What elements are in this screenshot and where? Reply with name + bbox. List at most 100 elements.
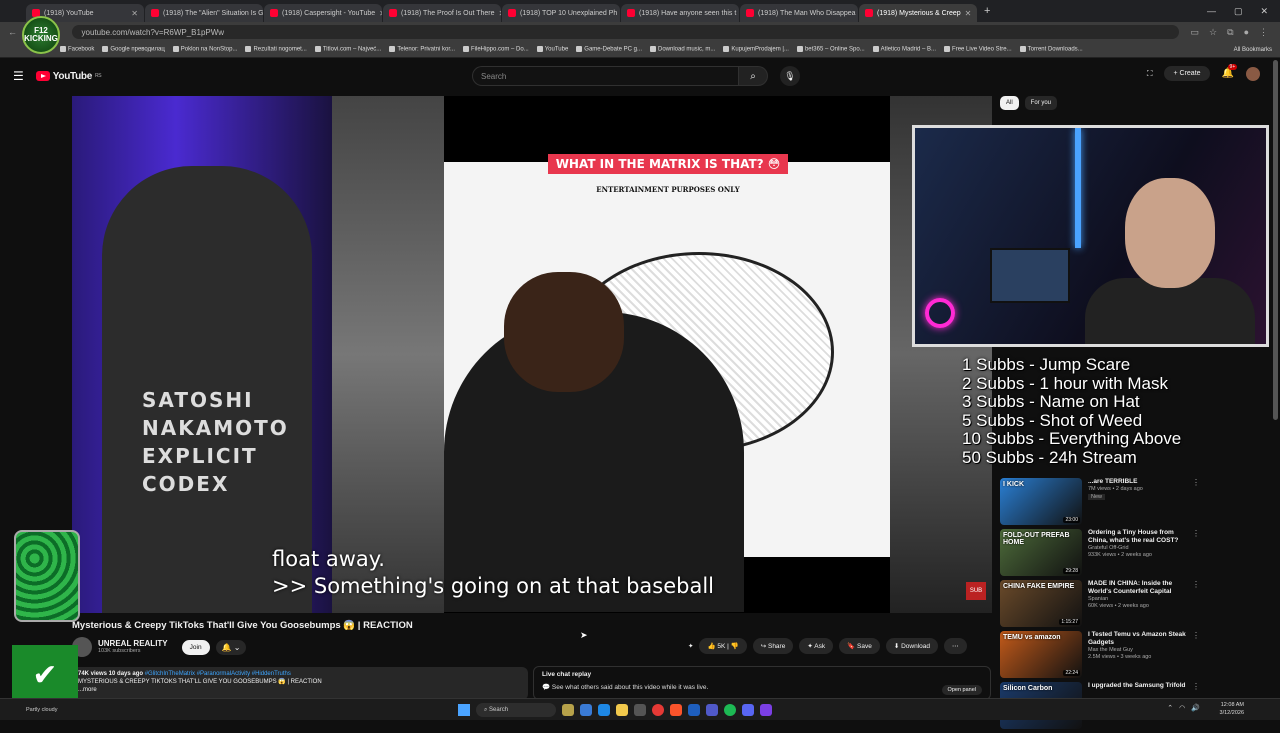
description-more[interactable]: ...more	[78, 687, 522, 695]
video-thumbnail[interactable]: CHINA FAKE EMPIRE 1:15:27	[1000, 580, 1082, 627]
ask-button[interactable]: ✦ Ask	[799, 638, 834, 654]
store-icon[interactable]	[634, 704, 646, 716]
bookmark-item[interactable]: Telenor: Privatni kor...	[389, 46, 455, 53]
notifications-button[interactable]: 🔔 9+	[1222, 64, 1238, 79]
subscription-bell-button[interactable]: 🔔 ⌄	[215, 639, 247, 655]
tab-close-icon[interactable]: ✕	[131, 9, 138, 18]
channel-name[interactable]: Max the Meat Guy	[1088, 647, 1186, 654]
video-thumbnail[interactable]: TEMU vs amazon 22:24	[1000, 631, 1082, 678]
bookmark-item[interactable]: KupujemProdajem |...	[723, 46, 789, 53]
tab-close-icon[interactable]: ✕	[499, 9, 501, 18]
browser-tab[interactable]: (1918) The Proof Is Out There ✕	[383, 4, 501, 22]
description-box[interactable]: 74K views 10 days ago #GlitchInTheMatrix…	[72, 667, 528, 700]
bookmark-item[interactable]: bet365 – Online Spo...	[796, 46, 865, 53]
like-button[interactable]: 👍 5K | 👎	[699, 638, 747, 654]
browser-tab[interactable]: (1918) Have anyone seen this t✕	[621, 4, 739, 22]
edge-icon[interactable]	[598, 704, 610, 716]
chip-all[interactable]: All	[1000, 96, 1019, 110]
tab-close-icon[interactable]: ✕	[379, 9, 382, 18]
maximize-icon[interactable]: ▢	[1234, 6, 1243, 17]
account-avatar[interactable]	[1246, 66, 1260, 81]
youtube-logo[interactable]: YouTube RS	[35, 71, 102, 82]
copilot-icon[interactable]	[580, 704, 592, 716]
chevron-up-icon[interactable]: ⌃	[1167, 704, 1173, 712]
channel-name[interactable]: UNREAL REALITY	[98, 639, 168, 649]
video-thumbnail[interactable]: FOLD-OUT PREFAB HOME 29:28	[1000, 529, 1082, 576]
recommended-video[interactable]: I KICK 23:00 ...are TERRIBLE 7M views • 2 d…	[1000, 478, 1270, 529]
back-icon[interactable]: ←	[8, 27, 17, 38]
bookmark-item[interactable]: Titlovi.com – Najveć...	[314, 46, 381, 53]
bookmark-item[interactable]: Facebook	[60, 46, 94, 53]
hamburger-menu-icon[interactable]: ☰	[13, 69, 24, 83]
browser-tab[interactable]: (1918) Mysterious & Creep ✕	[859, 4, 977, 22]
search-input[interactable]: Search	[472, 66, 738, 86]
discord-icon[interactable]	[742, 704, 754, 716]
video-title[interactable]: I Tested Temu vs Amazon Steak Gadgets	[1088, 631, 1186, 647]
teams-icon[interactable]	[706, 704, 718, 716]
video-title[interactable]: ...are TERRIBLE	[1088, 478, 1186, 486]
wifi-icon[interactable]: ◠	[1179, 704, 1185, 712]
vscode-icon[interactable]	[688, 704, 700, 716]
video-title[interactable]: I upgraded the Samsung Trifold	[1088, 682, 1186, 690]
extensions-icon[interactable]: ⧉	[1227, 27, 1233, 38]
channel-name[interactable]: Spanian	[1088, 596, 1186, 603]
search-button[interactable]: ⌕	[738, 66, 768, 86]
weather-widget[interactable]: Partly cloudy	[0, 707, 58, 713]
chip-for-you[interactable]: For you	[1024, 96, 1058, 110]
more-options-icon[interactable]: ⋮	[1192, 631, 1270, 682]
recommended-video[interactable]: CHINA FAKE EMPIRE 1:15:27 MADE IN CHINA: I…	[1000, 580, 1270, 631]
bookmark-item[interactable]: Poklon na NonStop...	[172, 46, 237, 53]
scrollbar-thumb[interactable]	[1273, 60, 1278, 420]
bookmark-item[interactable]: FileHippo.com – Do...	[463, 46, 529, 53]
taskbar-clock[interactable]: 12:08 AM 3/12/2026	[1220, 702, 1244, 717]
star-icon[interactable]: ☆	[1209, 27, 1217, 38]
save-button[interactable]: 🔖 Save	[839, 638, 880, 654]
browser-tab[interactable]: (1918) TOP 10 Unexplained Ph ✕	[502, 4, 620, 22]
taskbar-search[interactable]: ⌕ Search	[476, 703, 556, 717]
bookmark-item[interactable]: Download music, m...	[650, 46, 715, 53]
browser-tab[interactable]: (1918) The "Alien" Situation Is G✕	[145, 4, 263, 22]
all-bookmarks[interactable]: All Bookmarks	[1234, 47, 1280, 53]
browser-tab[interactable]: (1918) Caspersight - YouTube✕	[264, 4, 382, 22]
bookmark-item[interactable]: Rezultati nogomet...	[245, 46, 307, 53]
page-scrollbar[interactable]	[1272, 60, 1278, 690]
share-button[interactable]: ↪ Share	[752, 638, 794, 654]
bookmark-item[interactable]: Game-Debate PC g...	[576, 46, 642, 53]
bookmark-item[interactable]: Google преводилац	[102, 46, 165, 53]
subscribe-watermark[interactable]: SUB	[966, 582, 986, 600]
more-actions-button[interactable]: ⋯	[944, 638, 967, 654]
more-options-icon[interactable]: ⋮	[1192, 529, 1270, 580]
bookmark-item[interactable]: Atletico Madrid – B...	[872, 46, 936, 53]
minimize-icon[interactable]: —	[1207, 6, 1216, 17]
start-icon[interactable]	[458, 704, 470, 716]
join-button[interactable]: Join	[181, 639, 210, 655]
cast-icon[interactable]: ▭	[1191, 27, 1200, 38]
bookmark-item[interactable]: Torrent Downloads...	[1019, 46, 1083, 53]
profile-icon[interactable]: ●	[1244, 27, 1249, 38]
url-field[interactable]: youtube.com/watch?v=R6WP_B1pPWw	[71, 25, 1179, 39]
brave-icon[interactable]	[670, 704, 682, 716]
tab-close-icon[interactable]: ✕	[965, 9, 972, 18]
spotify-icon[interactable]	[724, 704, 736, 716]
video-title[interactable]: MADE IN CHINA: Inside the World's Counte…	[1088, 580, 1186, 596]
cast-tv-icon[interactable]: ⛶	[1147, 69, 1153, 79]
open-panel-button[interactable]: Open panel	[941, 685, 982, 695]
more-options-icon[interactable]: ⋮	[1192, 478, 1270, 529]
chrome-icon[interactable]	[652, 704, 664, 716]
close-window-icon[interactable]: ✕	[1260, 6, 1268, 17]
sparkle-icon[interactable]: ✦	[688, 642, 693, 650]
video-title[interactable]: Ordering a Tiny House from China, what's…	[1088, 529, 1186, 545]
volume-icon[interactable]: 🔊	[1191, 704, 1200, 712]
more-options-icon[interactable]: ⋮	[1192, 580, 1270, 631]
menu-icon[interactable]: ⋮	[1259, 27, 1268, 38]
app-icon[interactable]	[760, 704, 772, 716]
recommended-video[interactable]: TEMU vs amazon 22:24 I Tested Temu vs Amaz…	[1000, 631, 1270, 682]
bookmark-item[interactable]: YouTube	[536, 46, 568, 53]
video-thumbnail[interactable]: I KICK 23:00	[1000, 478, 1082, 525]
recommended-video[interactable]: FOLD-OUT PREFAB HOME 29:28 Ordering a Tiny…	[1000, 529, 1270, 580]
create-button[interactable]: + Create	[1164, 66, 1210, 81]
video-player[interactable]: SATOSHI NAKAMOTO EXPLICIT CODEX WHAT IN …	[72, 96, 992, 613]
widgets-icon[interactable]	[562, 704, 574, 716]
channel-name[interactable]: Grateful Off-Grid	[1088, 545, 1186, 552]
new-tab-button[interactable]: +	[984, 5, 990, 17]
